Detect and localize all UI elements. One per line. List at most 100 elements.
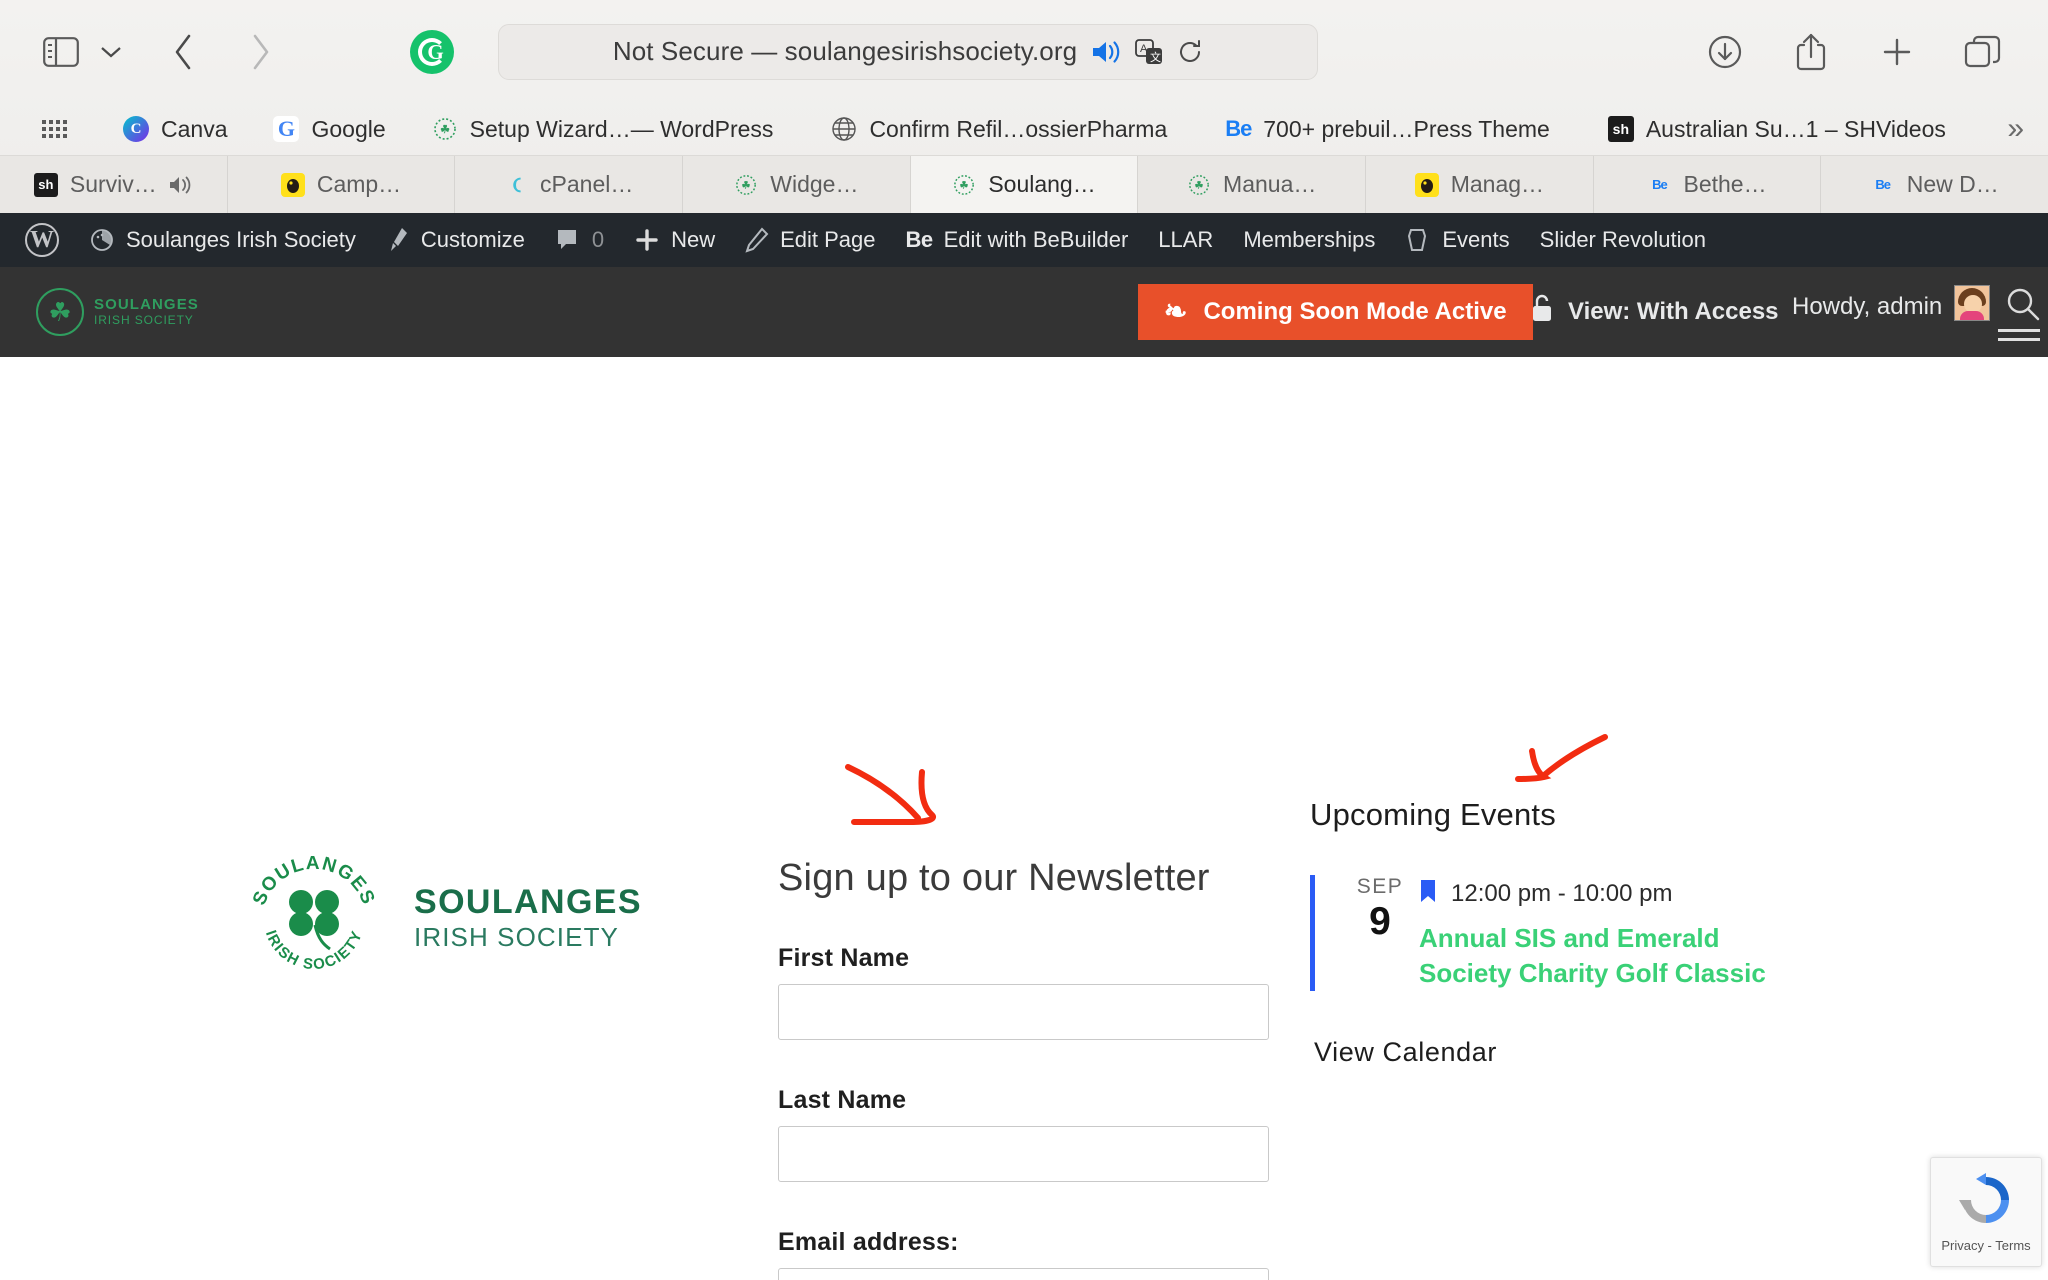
bookmarks-overflow-icon[interactable]: »: [2007, 112, 2026, 146]
tab-overview-icon[interactable]: [1960, 29, 2006, 75]
tab-cpanel[interactable]: cPanel…: [455, 156, 684, 213]
recaptcha-badge[interactable]: Privacy - Terms: [1930, 1157, 2042, 1267]
adminbar-llar[interactable]: LLAR: [1143, 213, 1228, 267]
annotation-arrow-left: [840, 752, 990, 842]
svg-text:☘: ☘: [742, 180, 751, 191]
tab-label: Widge…: [770, 171, 859, 197]
adminbar-memberships-label: Memberships: [1243, 227, 1376, 252]
bookmarks-bar: C Canva G Google ☘ Setup Wizard…— WordPr…: [0, 103, 2048, 155]
annotation-arrow-right: [1510, 729, 1620, 799]
tab-survivor[interactable]: sh Surviv…: [0, 156, 228, 213]
forward-arrow-icon[interactable]: [234, 26, 286, 78]
translate-icon[interactable]: A 文: [1135, 38, 1163, 65]
menu-toggle-icon[interactable]: [1998, 329, 2040, 341]
address-bar[interactable]: Not Secure — soulangesirishsociety.org A…: [498, 23, 1318, 80]
adminbar-wp-logo[interactable]: W: [10, 213, 74, 267]
event-list-item: SEP 9 12:00 pm - 10:00 pm Annual SIS and…: [1310, 875, 1830, 992]
sh-icon: sh: [1607, 116, 1634, 142]
dashboard-icon: [89, 227, 115, 253]
adminbar-new[interactable]: New: [619, 213, 730, 267]
svg-text:IRISH SOCIETY: IRISH SOCIETY: [262, 928, 366, 974]
plus-icon: [634, 227, 660, 253]
mailchimp-icon: [1414, 172, 1439, 197]
sidebar-toggle-icon[interactable]: [38, 29, 84, 75]
view-calendar-link[interactable]: View Calendar: [1314, 1037, 1830, 1068]
recaptcha-terms[interactable]: Privacy - Terms: [1941, 1238, 2030, 1253]
adminbar-site-label: Soulanges Irish Society: [126, 227, 356, 252]
new-tab-icon[interactable]: [1874, 29, 1920, 75]
search-icon[interactable]: [2004, 285, 2042, 328]
adminbar-new-label: New: [671, 227, 716, 252]
tab-manual[interactable]: ☘ Manua…: [1138, 156, 1367, 213]
soulanges-icon: ☘: [432, 116, 458, 142]
view-access[interactable]: View: With Access: [1530, 293, 1779, 330]
last-name-input[interactable]: [778, 1126, 1269, 1182]
recaptcha-icon: [1957, 1171, 2015, 1234]
soulanges-icon: ☘: [1187, 173, 1211, 197]
event-month: SEP: [1356, 875, 1404, 898]
bookmark-icon: [1419, 879, 1437, 908]
event-time: 12:00 pm - 10:00 pm: [1451, 879, 1673, 907]
bookmark-confirm-refill[interactable]: Confirm Refil…ossierPharma: [815, 109, 1183, 149]
adminbar-edit-bebuilder[interactable]: Be Edit with BeBuilder: [891, 213, 1144, 267]
paintbrush-icon: [386, 227, 410, 253]
bookmark-setup-wizard[interactable]: ☘ Setup Wizard…— WordPress: [416, 109, 790, 149]
downloads-icon[interactable]: [1702, 29, 1748, 75]
site-logo[interactable]: ☘ SOULANGES IRISH SOCIETY: [36, 288, 199, 336]
chevron-down-icon[interactable]: [94, 29, 128, 75]
back-arrow-icon[interactable]: [158, 26, 210, 78]
bookmark-canva[interactable]: C Canva: [107, 109, 243, 149]
speaker-icon[interactable]: [1091, 39, 1121, 65]
share-icon[interactable]: [1788, 29, 1834, 75]
adminbar-llar-label: LLAR: [1158, 227, 1214, 252]
adminbar-comments[interactable]: 0: [540, 213, 619, 267]
reload-icon[interactable]: [1177, 39, 1203, 65]
adminbar-slider-revolution[interactable]: Slider Revolution: [1525, 213, 1721, 267]
event-title-link[interactable]: Annual SIS and Emerald Society Charity G…: [1419, 921, 1799, 991]
behance-icon: Be: [1652, 177, 1668, 192]
adminbar-events[interactable]: Events: [1390, 213, 1524, 267]
events-calendar-icon: [1405, 226, 1431, 254]
email-input[interactable]: [778, 1268, 1269, 1280]
first-name-label: First Name: [778, 944, 910, 972]
hero-site-logo: SOULANGES IRISH SOCIETY SOULANGES IRISH …: [244, 847, 642, 987]
wordpress-admin-bar: W Soulanges Irish Society Customize 0 Ne…: [0, 213, 2048, 267]
bookmark-behance-theme[interactable]: Be 700+ prebuil…Press Theme: [1209, 109, 1566, 149]
tab-soulanges[interactable]: ☘ Soulang…: [910, 156, 1139, 213]
email-group: Email address:: [778, 1228, 1273, 1280]
bookmark-australian-su[interactable]: sh Australian Su…1 – SHVideos: [1592, 109, 1962, 149]
tab-bethe[interactable]: Be Bethe…: [1593, 156, 1822, 213]
email-label: Email address:: [778, 1228, 959, 1256]
adminbar-memberships[interactable]: Memberships: [1228, 213, 1390, 267]
tab-audio-icon[interactable]: [169, 175, 193, 195]
apps-grid-button[interactable]: [26, 109, 85, 149]
cpanel-icon: [504, 173, 528, 197]
svg-text:文: 文: [1150, 50, 1161, 64]
tab-new-d[interactable]: Be New D…: [1821, 156, 2048, 213]
google-icon: G: [273, 116, 300, 142]
event-time-row: 12:00 pm - 10:00 pm: [1419, 879, 1830, 908]
adminbar-edit-page[interactable]: Edit Page: [730, 213, 890, 267]
adminbar-slider-label: Slider Revolution: [1539, 227, 1706, 252]
tab-campaign[interactable]: Camp…: [227, 156, 456, 213]
bookmark-google[interactable]: G Google: [257, 109, 401, 149]
first-name-input[interactable]: [778, 984, 1269, 1040]
adminbar-customize-label: Customize: [420, 227, 525, 252]
howdy-label[interactable]: Howdy, admin: [1792, 293, 1942, 321]
adminbar-site-name[interactable]: Soulanges Irish Society: [74, 213, 371, 267]
coming-soon-badge[interactable]: ❧ Coming Soon Mode Active: [1138, 284, 1533, 340]
grammarly-icon[interactable]: G: [410, 29, 454, 74]
adminbar-comment-count: 0: [591, 227, 605, 252]
toolbar-right-group: [1702, 29, 2022, 75]
event-day: 9: [1369, 900, 1391, 943]
adminbar-customize[interactable]: Customize: [371, 213, 540, 267]
sh-icon: sh: [33, 172, 58, 197]
first-name-group: First Name: [778, 944, 1273, 1040]
tab-label: Camp…: [316, 171, 402, 197]
tab-label: New D…: [1906, 171, 1999, 197]
canva-icon: C: [123, 116, 149, 142]
tab-manage[interactable]: Manag…: [1366, 156, 1594, 213]
tab-widgets[interactable]: ☘ Widge…: [683, 156, 911, 213]
soulanges-crest-icon: ☘: [36, 288, 84, 336]
avatar[interactable]: [1954, 285, 1990, 321]
